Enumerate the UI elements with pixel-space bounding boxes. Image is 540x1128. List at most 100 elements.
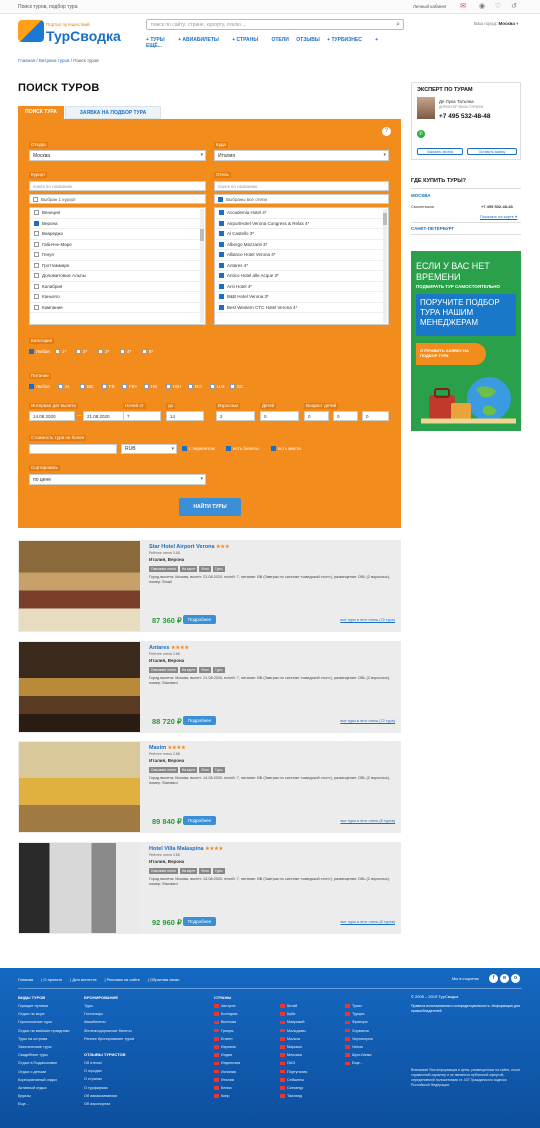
hotel-option[interactable]: Al Castello 3* xyxy=(215,229,388,240)
resort-option[interactable]: Калабрия xyxy=(30,282,205,292)
footer-link[interactable]: Болгария xyxy=(214,1010,240,1018)
footer-link[interactable]: Куба xyxy=(280,1010,307,1018)
checkbox[interactable] xyxy=(122,384,127,390)
checkbox[interactable] xyxy=(219,273,224,279)
footer-link[interactable]: Горнолыжные туры xyxy=(18,1018,70,1026)
city-selector[interactable]: Ваш город: Москва ▾ xyxy=(474,21,518,27)
hotel-option[interactable]: Accademia Hotel 4* xyxy=(215,208,388,219)
footer-link[interactable]: Об аэропортах xyxy=(84,1100,134,1108)
checkbox[interactable] xyxy=(34,210,39,216)
checkbox[interactable] xyxy=(120,349,125,355)
footer-link[interactable]: Израиль xyxy=(214,1043,240,1051)
kid-age-3[interactable]: 0 xyxy=(362,411,389,421)
price-input[interactable] xyxy=(29,444,117,454)
footer-link[interactable]: Круизы xyxy=(18,1092,70,1100)
hotel-tag[interactable]: Туры xyxy=(212,667,225,673)
hotel-option[interactable]: Albergo Mazzanti 3* xyxy=(215,240,388,250)
category-option[interactable]: Любая xyxy=(29,349,50,355)
account-link[interactable]: Личный кабинет xyxy=(413,4,447,9)
hotel-tag[interactable]: Описание отеля xyxy=(149,566,178,572)
details-button[interactable]: Подробнее xyxy=(183,615,216,624)
footer-link-home[interactable]: Главная xyxy=(18,977,33,982)
footer-link[interactable]: Турция xyxy=(345,1010,373,1018)
footer-link[interactable]: О турфирмах xyxy=(84,1084,134,1092)
nights-to-input[interactable]: 14 xyxy=(166,411,204,421)
resort-option[interactable]: Гроттаммаре xyxy=(30,261,205,271)
all-tours-link[interactable]: все туры в этот отель (8 туров) xyxy=(340,920,395,924)
footer-link[interactable]: Горящие путевки xyxy=(18,1002,70,1010)
meal-option[interactable]: HB xyxy=(144,384,157,390)
checkbox[interactable] xyxy=(34,283,39,289)
footer-link[interactable]: Отдых в Подмосковье xyxy=(18,1059,70,1067)
footer-link-agencies[interactable]: Для агентств xyxy=(72,977,96,982)
resort-search-input[interactable]: поиск по названию xyxy=(29,181,206,191)
checkbox[interactable] xyxy=(219,210,224,216)
footer-link[interactable]: Сейшелы xyxy=(280,1076,307,1084)
vk-icon[interactable]: в xyxy=(500,974,509,983)
tab-request[interactable]: ЗАЯВКА НА ПОДБОР ТУРА xyxy=(65,106,161,119)
meal-option[interactable]: FB+ xyxy=(122,384,137,390)
footer-link[interactable]: Мальта xyxy=(280,1035,307,1043)
footer-link-ads[interactable]: Реклама на сайте xyxy=(107,977,140,982)
footer-link[interactable]: Вьетнам xyxy=(214,1018,240,1026)
hotel-option[interactable]: Antares 4* xyxy=(215,261,388,271)
footer-link[interactable]: Экзотические туры xyxy=(18,1043,70,1051)
footer-link[interactable]: Туры на острова xyxy=(18,1035,70,1043)
checkbox[interactable] xyxy=(34,304,39,310)
checkbox[interactable] xyxy=(34,262,39,268)
resort-option[interactable]: Каньяло xyxy=(30,292,205,303)
whatsapp-icon[interactable]: ✆ xyxy=(417,130,425,138)
checkbox[interactable] xyxy=(219,304,224,310)
from-select[interactable]: Москва ▾ xyxy=(29,150,206,161)
footer-link[interactable]: Черногория xyxy=(345,1035,373,1043)
meal-option[interactable]: HB+ xyxy=(166,384,182,390)
footer-link[interactable]: Кипр xyxy=(214,1092,240,1100)
history-icon[interactable]: ↺ xyxy=(510,3,518,11)
checkbox[interactable] xyxy=(230,384,235,390)
footer-link[interactable]: Об отелях xyxy=(84,1059,134,1067)
resort-list[interactable]: Венеция Верона Виареджо Габичче-Маре Генуя Гр… xyxy=(29,207,206,325)
all-tours-link[interactable]: все туры в этот отель (8 туров) xyxy=(340,819,395,823)
nav-hotels[interactable]: ОТЕЛИ xyxy=(271,37,288,43)
heart-icon[interactable]: ♡ xyxy=(494,3,502,11)
footer-link[interactable]: Мексика xyxy=(280,1051,307,1059)
hotel-name[interactable]: Antares ★★★★ xyxy=(149,645,189,651)
hotel-name[interactable]: Star Hotel Airport Verona ★★★ xyxy=(149,544,229,550)
category-option[interactable]: 3* xyxy=(98,349,109,355)
hotel-option[interactable]: AirportHotel Verona Congress & Relax 4* xyxy=(215,219,388,229)
resort-option[interactable]: Виареджо xyxy=(30,229,205,240)
footer-link[interactable]: Еще... xyxy=(345,1059,373,1067)
footer-link[interactable]: Египет xyxy=(214,1035,240,1043)
footer-link[interactable]: Авиабилеты xyxy=(84,1018,134,1026)
hotel-tag[interactable]: Описание отеля xyxy=(149,667,178,673)
adults-input[interactable]: 2 xyxy=(216,411,255,421)
find-tours-button[interactable]: НАЙТИ ТУРЫ xyxy=(179,498,241,516)
checkbox[interactable] xyxy=(102,384,107,390)
hotel-tag[interactable]: Фото xyxy=(199,566,211,572)
checkbox[interactable] xyxy=(29,349,34,355)
kid-age-1[interactable]: 0 xyxy=(304,411,329,421)
checkbox[interactable] xyxy=(98,349,103,355)
footer-link[interactable]: Франция xyxy=(345,1018,373,1026)
checkbox[interactable] xyxy=(166,384,171,390)
facebook-icon[interactable]: f xyxy=(489,974,498,983)
meal-option[interactable]: UAI xyxy=(210,384,225,390)
date-from-input[interactable]: 14.08.2020 xyxy=(29,411,75,421)
checkbox[interactable] xyxy=(144,384,149,390)
footer-link[interactable]: Индонезия xyxy=(214,1059,240,1067)
checkbox[interactable] xyxy=(34,273,39,279)
details-button[interactable]: Подробнее xyxy=(183,716,216,725)
hotel-tag[interactable]: Туры xyxy=(212,868,225,874)
footer-link[interactable]: Сингапур xyxy=(280,1084,307,1092)
kid-age-2[interactable]: 0 xyxy=(333,411,358,421)
footer-link[interactable]: Италия xyxy=(214,1076,240,1084)
help-icon[interactable]: ? xyxy=(382,127,391,136)
footer-link[interactable]: Отдых с детьми xyxy=(18,1068,70,1076)
footer-link[interactable]: Железнодорожные билеты xyxy=(84,1027,134,1035)
footer-link-about[interactable]: О проекте xyxy=(43,977,62,982)
footer-link[interactable]: Активный отдых xyxy=(18,1084,70,1092)
meal-option[interactable]: BB xyxy=(80,384,93,390)
logo[interactable]: Портал путешествий ТурСводка xyxy=(18,18,138,46)
search-icon[interactable]: ⌕ xyxy=(396,21,400,29)
opt-rooms[interactable]: есть места xyxy=(271,446,301,452)
